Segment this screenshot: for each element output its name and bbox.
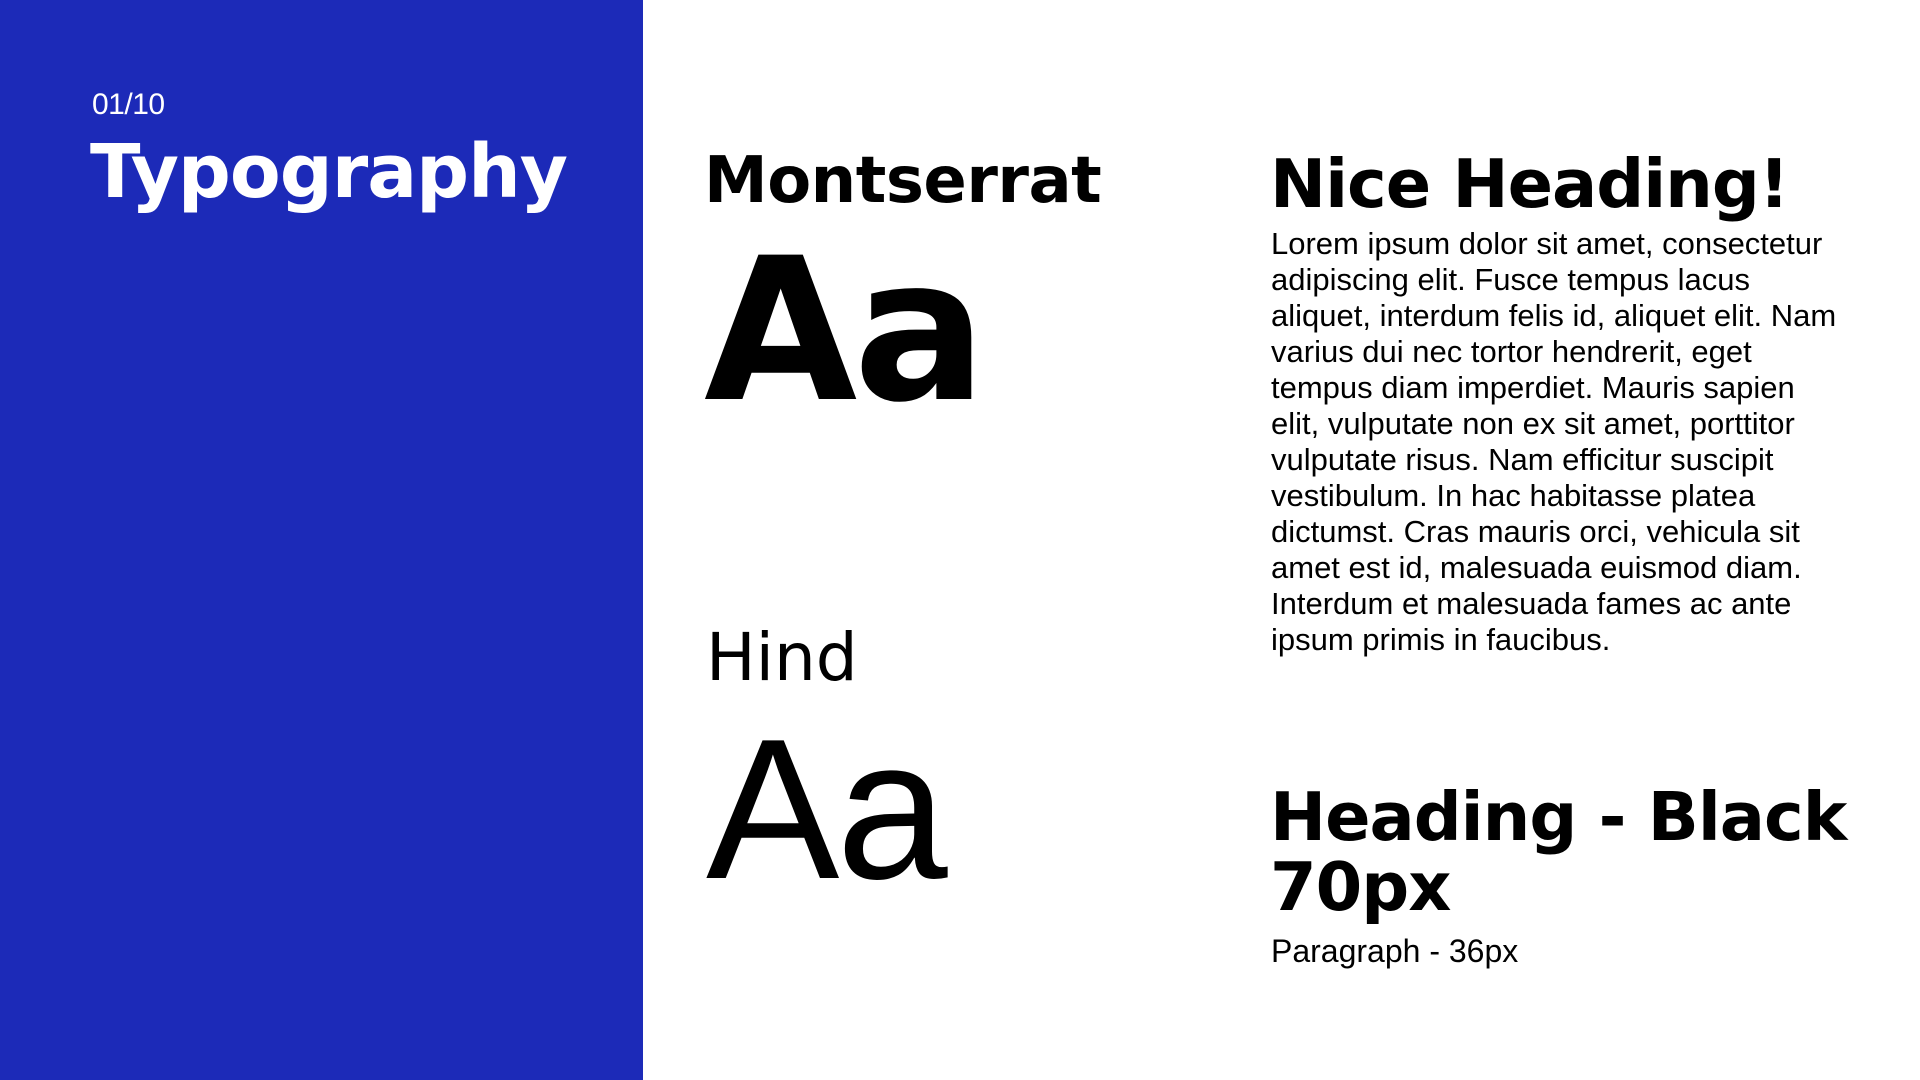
example-paragraph: Lorem ipsum dolor sit amet, consectetur … — [1271, 226, 1837, 657]
side-panel: 01/10 Typography — [0, 0, 643, 1080]
font-specimen-montserrat: Aa — [704, 215, 987, 446]
slide: 01/10 Typography Montserrat Aa Hind Aa N… — [0, 0, 1920, 1080]
font-name-montserrat: Montserrat — [704, 144, 1102, 218]
page-counter: 01/10 — [92, 88, 165, 121]
font-name-hind: Hind — [706, 619, 858, 696]
paragraph-spec: Paragraph - 36px — [1271, 933, 1519, 969]
example-heading: Nice Heading! — [1270, 145, 1789, 223]
panel-title: Typography — [90, 129, 568, 215]
font-specimen-hind: Aa — [706, 698, 948, 921]
heading-spec: Heading - Black 70px — [1270, 778, 1847, 926]
